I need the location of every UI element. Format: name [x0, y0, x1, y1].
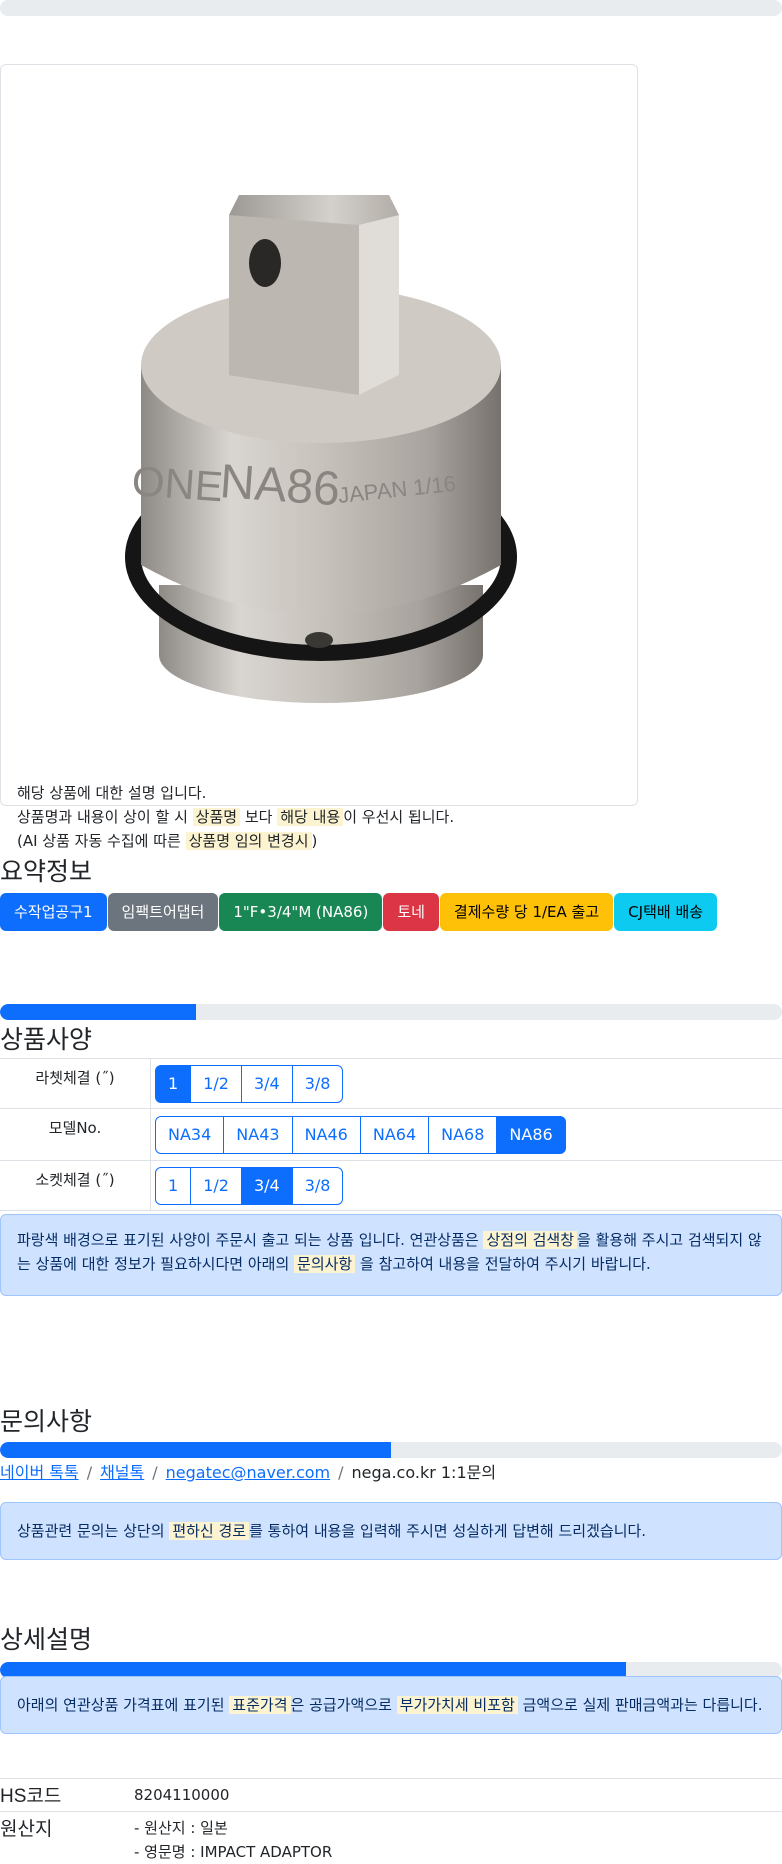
option-button-group: 11/23/43/8: [155, 1065, 782, 1103]
spec-option-button[interactable]: 3/8: [292, 1167, 344, 1205]
notice-highlight: 부가가치세 비포함: [397, 1696, 518, 1714]
detail-title: 상세설명: [0, 1620, 92, 1656]
spec-row: 소켓체결 (˝)11/23/43/8: [0, 1161, 782, 1211]
summary-badge: CJ택배 배송: [614, 893, 717, 931]
spec-title: 상품사양: [0, 1020, 92, 1056]
notice-highlight: 상점의 검색창: [483, 1231, 577, 1249]
spec-options: NA34NA43NA46NA64NA68NA86: [151, 1109, 782, 1161]
notice-text: 파랑색 배경으로 표기된 사양이 주문시 출고 되는 상품 입니다. 연관상품은: [17, 1231, 479, 1249]
spec-option-button[interactable]: 1: [155, 1065, 191, 1103]
channel-talk-link[interactable]: 채널톡: [100, 1463, 144, 1482]
summary-badge: 결제수량 당 1/EA 출고: [440, 893, 613, 931]
inquiry-progress-bar: [0, 1442, 782, 1458]
summary-badge: 토네: [383, 893, 439, 931]
spec-table: 라쳇체결 (˝)11/23/43/8모델No.NA34NA43NA46NA64N…: [0, 1058, 782, 1211]
notice-highlight: 편하신 경로: [169, 1522, 249, 1540]
spec-option-button[interactable]: NA34: [155, 1116, 224, 1154]
spec-label: 라쳇체결 (˝): [0, 1059, 151, 1109]
inquiry-progress-fill: [0, 1442, 391, 1458]
origin-line: - 원산지 : 일본: [134, 1816, 332, 1840]
naver-talk-link[interactable]: 네이버 톡톡: [0, 1463, 79, 1482]
email-link[interactable]: negatec@naver.com: [166, 1463, 330, 1482]
desc-highlight: 해당 내용: [277, 808, 343, 826]
site-inquiry-text: nega.co.kr 1:1문의: [352, 1463, 497, 1482]
separator: /: [152, 1463, 157, 1482]
notice-highlight: 표준가격: [229, 1696, 290, 1714]
spec-option-button[interactable]: 1/2: [190, 1167, 242, 1205]
inquiry-title: 문의사항: [0, 1402, 92, 1438]
desc-text: 이 우선시 됩니다.: [343, 808, 454, 826]
spec-progress-fill: [0, 1004, 196, 1020]
detail-notice: 아래의 연관상품 가격표에 표기된 표준가격은 공급가액으로 부가가치세 비포함…: [0, 1676, 782, 1734]
summary-title: 요약정보: [0, 852, 92, 888]
spec-label: 모델No.: [0, 1109, 151, 1161]
inquiry-notice: 상품관련 문의는 상단의 편하신 경로를 통하여 내용을 입력해 주시면 성실하…: [0, 1502, 782, 1560]
spec-progress-bar: [0, 1004, 782, 1020]
inquiry-links: 네이버 톡톡 / 채널톡 / negatec@naver.com / nega.co.kr …: [0, 1459, 496, 1483]
separator: /: [87, 1463, 92, 1482]
spec-options: 11/23/43/8: [151, 1059, 782, 1109]
product-image: ONE NA86 JAPAN 1/16: [119, 185, 523, 705]
notice-text: 금액으로 실제 판매금액과는 다릅니다.: [523, 1696, 763, 1714]
desc-text: ): [312, 832, 318, 850]
spec-option-button[interactable]: NA43: [223, 1116, 292, 1154]
option-button-group: NA34NA43NA46NA64NA68NA86: [155, 1116, 782, 1154]
notice-text: 아래의 연관상품 가격표에 표기된: [17, 1696, 225, 1714]
spec-option-button[interactable]: 1/2: [190, 1065, 242, 1103]
separator: /: [338, 1463, 343, 1482]
english-name-line: - 영문명 : IMPACT ADAPTOR: [134, 1840, 332, 1864]
spec-option-button[interactable]: NA64: [360, 1116, 429, 1154]
desc-text: 보다: [245, 808, 273, 826]
summary-badge: 임팩트어댑터: [108, 893, 219, 931]
spec-label: 소켓체결 (˝): [0, 1161, 151, 1211]
option-button-group: 11/23/43/8: [155, 1167, 782, 1205]
notice-text: 상품관련 문의는 상단의: [17, 1522, 165, 1540]
spec-option-button[interactable]: 3/4: [241, 1065, 293, 1103]
top-progress-bar: [0, 0, 782, 16]
model-engraving: NA86: [218, 455, 341, 516]
summary-badges: 수작업공구1임팩트어댑터1"F•3/4"M (NA86)토네결제수량 당 1/E…: [0, 893, 717, 931]
spec-option-button[interactable]: NA46: [292, 1116, 361, 1154]
spec-option-button[interactable]: NA86: [496, 1116, 565, 1154]
desc-text: 상품명과 내용이 상이 할 시: [17, 808, 188, 826]
notice-text: 은 공급가액으로: [291, 1696, 392, 1714]
notice-highlight: 문의사항: [294, 1255, 355, 1273]
product-description: 해당 상품에 대한 설명 입니다. 상품명과 내용이 상이 할 시 상품명 보다…: [17, 781, 454, 853]
hs-code-row: HS코드 8204110000: [0, 1778, 782, 1811]
hs-code-label: HS코드: [0, 1781, 61, 1808]
brand-engraving: ONE: [130, 457, 224, 510]
desc-highlight: 상품명 임의 변경시: [186, 832, 312, 850]
spec-row: 라쳇체결 (˝)11/23/43/8: [0, 1059, 782, 1109]
notice-text: 를 통하여 내용을 입력해 주시면 성실하게 답변해 드리겠습니다.: [249, 1522, 646, 1540]
product-card: ONE NA86 JAPAN 1/16 해당 상품에 대한 설명 입니다. 상품…: [0, 64, 638, 806]
origin-label: 원산지: [0, 1814, 52, 1841]
origin-row: 원산지 - 원산지 : 일본 - 영문명 : IMPACT ADAPTOR: [0, 1811, 782, 1860]
spec-options: 11/23/43/8: [151, 1161, 782, 1211]
hs-code-value: 8204110000: [134, 1783, 229, 1807]
notice-text: 을 참고하여 내용을 전달하여 주시기 바랍니다.: [360, 1255, 651, 1273]
summary-badge: 1"F•3/4"M (NA86): [219, 893, 382, 931]
summary-badge: 수작업공구1: [0, 893, 107, 931]
desc-highlight: 상품명: [193, 808, 240, 826]
spec-notice: 파랑색 배경으로 표기된 사양이 주문시 출고 되는 상품 입니다. 연관상품은…: [0, 1214, 782, 1296]
origin-value: - 원산지 : 일본 - 영문명 : IMPACT ADAPTOR: [134, 1816, 332, 1864]
spec-row: 모델No.NA34NA43NA46NA64NA68NA86: [0, 1109, 782, 1161]
spec-option-button[interactable]: NA68: [428, 1116, 497, 1154]
spec-option-button[interactable]: 1: [155, 1167, 191, 1205]
spec-option-button[interactable]: 3/4: [241, 1167, 293, 1205]
desc-line-1: 해당 상품에 대한 설명 입니다.: [17, 784, 206, 802]
spec-option-button[interactable]: 3/8: [292, 1065, 344, 1103]
desc-text: (AI 상품 자동 수집에 따른: [17, 832, 181, 850]
